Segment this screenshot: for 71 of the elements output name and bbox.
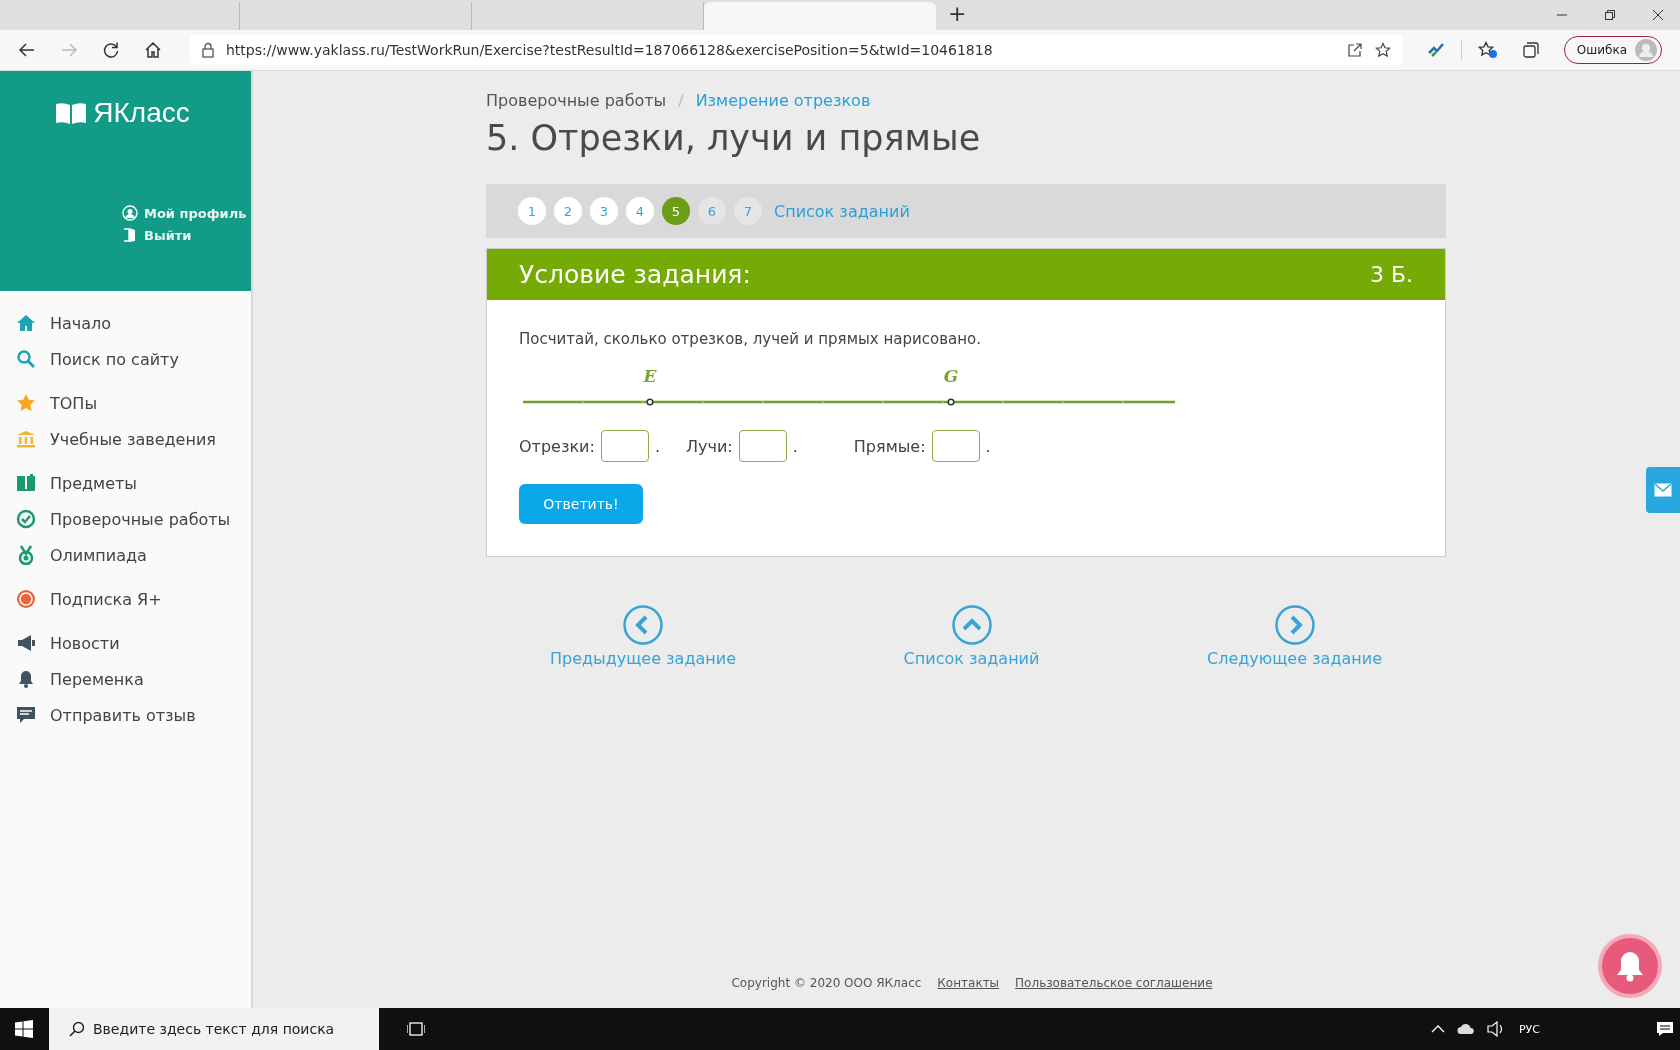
back-icon[interactable]	[18, 41, 36, 59]
favorites-icon[interactable]	[1477, 41, 1498, 59]
answer-label: Лучи:	[685, 436, 733, 456]
answer-label: Отрезки:	[519, 436, 595, 456]
task-number[interactable]: 5	[662, 197, 690, 225]
user-icon	[122, 205, 138, 221]
star-icon	[16, 393, 36, 413]
task-heading: Условие задания:	[519, 260, 751, 289]
answer-suffix: .	[654, 436, 660, 456]
book-icon	[55, 101, 88, 125]
star-icon[interactable]	[1374, 42, 1391, 58]
point-label: E	[643, 366, 657, 386]
mail-icon	[1654, 483, 1672, 497]
sidebar-item[interactable]: Отправить отзыв	[16, 703, 251, 727]
answer-suffix: .	[985, 436, 991, 456]
sidebar-item[interactable]: Начало	[16, 311, 251, 335]
bell-icon	[16, 669, 36, 689]
collections-icon[interactable]	[1521, 41, 1540, 59]
address-bar[interactable]: https://www.yaklass.ru/TestWorkRun/Exercise?testResultId=187066128&exercisePosition=5&twId=10461818	[190, 35, 1403, 65]
breadcrumb-separator: /	[678, 91, 684, 110]
notification-icon[interactable]	[1656, 1021, 1674, 1037]
forward-icon	[60, 41, 78, 59]
footer-link[interactable]: Контакты	[937, 976, 1000, 990]
sidebar-item[interactable]: Поиск по сайту	[16, 347, 251, 371]
close-icon[interactable]	[1652, 9, 1664, 21]
windows-icon[interactable]	[15, 1020, 33, 1038]
cloud-icon[interactable]	[1456, 1023, 1475, 1035]
sidebar-item[interactable]: Олимпиада	[16, 543, 251, 567]
megaphone-icon	[16, 633, 36, 653]
sidebar-item[interactable]: Новости	[16, 631, 251, 655]
bell-icon	[1615, 950, 1645, 982]
extension-icon[interactable]	[1426, 41, 1445, 59]
page-title: 5. Отрезки, лучи и прямые	[486, 118, 982, 158]
search-icon	[16, 349, 36, 369]
logo-text[interactable]: ЯКласс	[93, 97, 190, 129]
sidebar-item[interactable]: Предметы	[16, 471, 251, 495]
home-icon	[16, 313, 36, 333]
book-icon	[16, 473, 36, 493]
task-view-icon[interactable]	[407, 1021, 425, 1037]
bank-icon	[16, 429, 36, 449]
restore-icon[interactable]	[1604, 9, 1616, 21]
point-label: G	[943, 366, 959, 386]
avatar-icon	[1635, 39, 1657, 61]
medal-icon	[16, 545, 36, 565]
task-points: 3 Б.	[1369, 262, 1413, 287]
search-field[interactable]: Введите здесь текст для поиска	[49, 1008, 379, 1050]
subscription-icon	[16, 589, 36, 609]
door-icon	[122, 227, 138, 243]
check-circle-icon	[16, 509, 36, 529]
language-indicator[interactable]: РУС	[1518, 1022, 1540, 1036]
point-marker	[947, 398, 955, 406]
answer-suffix: .	[792, 436, 798, 456]
sidebar-item[interactable]: Подписка Я+	[16, 587, 251, 611]
open-external-icon[interactable]	[1346, 42, 1363, 58]
sidebar-item[interactable]: Проверочные работы	[16, 507, 251, 531]
sidebar-item[interactable]: Переменка	[16, 667, 251, 691]
point-marker	[646, 398, 654, 406]
sidebar-item[interactable]: Учебные заведения	[16, 427, 251, 451]
copyright-text: Copyright © 2020 ООО ЯКласс	[731, 976, 922, 990]
chat-icon	[16, 705, 36, 725]
sidebar-item[interactable]: ТОПы	[16, 391, 251, 415]
speaker-icon[interactable]	[1486, 1021, 1505, 1037]
footer-link[interactable]: Пользовательское соглашение	[1015, 976, 1213, 990]
refresh-icon[interactable]	[102, 41, 120, 59]
lock-icon	[202, 42, 214, 58]
answer-label: Прямые:	[853, 436, 926, 456]
feedback-tab[interactable]	[1646, 467, 1680, 513]
breadcrumb-item: Проверочные работы	[486, 91, 667, 110]
home-icon[interactable]	[144, 41, 162, 59]
task-text: Посчитай, сколько отрезков, лучей и прямых нарисовано.	[519, 330, 982, 348]
new-tab-button[interactable]: +	[936, 1, 979, 30]
